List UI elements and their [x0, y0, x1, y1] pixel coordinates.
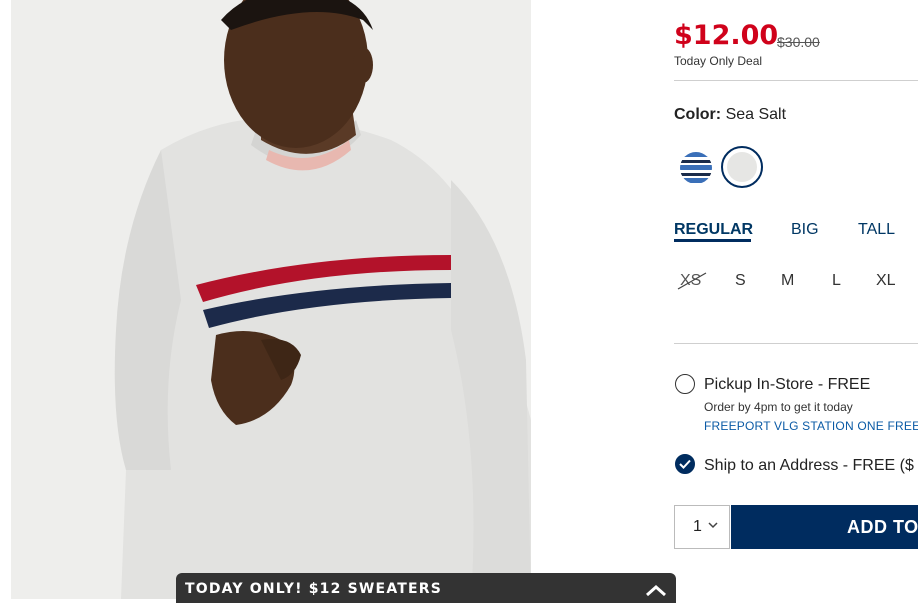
quantity-value: 1 — [693, 518, 702, 535]
tab-regular[interactable]: REGULAR — [674, 221, 753, 239]
ship-label: Ship to an Address - FREE ($ — [704, 457, 914, 474]
swatch-sea-salt-fill — [727, 152, 757, 182]
size-xs[interactable]: XS — [677, 272, 707, 290]
chevron-up-icon[interactable] — [644, 583, 668, 602]
swatch-blue-stripe[interactable] — [680, 152, 712, 184]
ship-radio[interactable] — [675, 454, 695, 474]
deal-note: Today Only Deal — [674, 54, 763, 68]
tab-regular-underline — [674, 239, 751, 242]
size-l[interactable]: L — [832, 272, 841, 290]
color-value: Sea Salt — [725, 106, 787, 123]
tab-tall[interactable]: TALL — [858, 221, 895, 239]
color-label: Color: — [674, 106, 722, 123]
unavailable-strike-icon — [677, 272, 707, 290]
original-price: $30.00 — [777, 34, 820, 50]
product-image[interactable] — [11, 0, 531, 599]
promo-text: TODAY ONLY! $12 SWEATERS — [185, 581, 443, 597]
pickup-store-link[interactable]: FREEPORT VLG STATION ONE FREEP — [704, 419, 918, 433]
pickup-label: Pickup In-Store - FREE — [704, 376, 871, 393]
size-m[interactable]: M — [781, 272, 794, 290]
size-s[interactable]: S — [735, 272, 746, 290]
pickup-note: Order by 4pm to get it today — [704, 400, 853, 414]
add-to-bag-button[interactable]: ADD TO — [731, 505, 918, 549]
size-xl[interactable]: XL — [876, 272, 896, 290]
divider — [674, 80, 918, 81]
checkmark-icon — [679, 459, 691, 469]
color-selection: Color: Sea Salt — [674, 106, 786, 124]
product-photo-illustration — [11, 0, 531, 599]
add-to-bag-label: ADD TO — [847, 517, 918, 537]
quantity-select[interactable]: 1 — [674, 505, 730, 549]
swatch-sea-salt[interactable] — [721, 146, 763, 188]
sale-price: $12.00 — [674, 20, 779, 51]
pickup-radio[interactable] — [675, 374, 695, 394]
chevron-down-icon — [708, 518, 718, 532]
tab-big[interactable]: BIG — [791, 221, 819, 239]
divider — [674, 343, 918, 344]
